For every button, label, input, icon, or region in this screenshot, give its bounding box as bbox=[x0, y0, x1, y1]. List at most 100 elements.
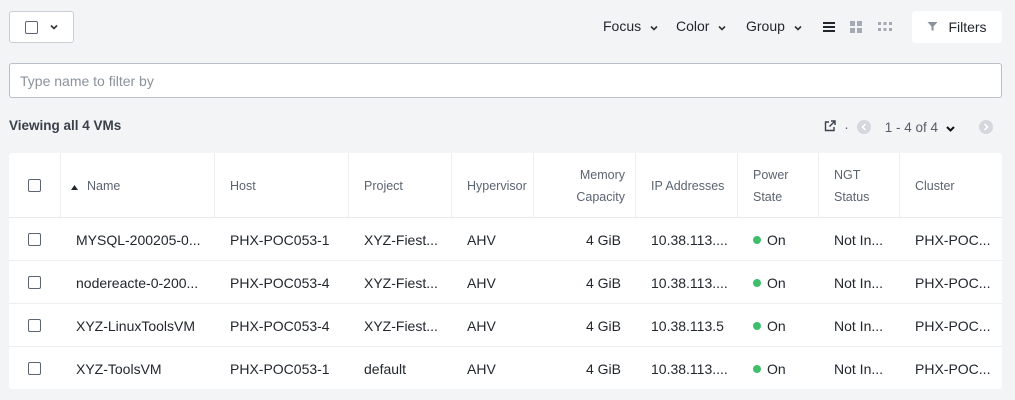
filters-button[interactable]: Filters bbox=[912, 11, 1002, 43]
cell-ngt-status: Not In... bbox=[834, 274, 884, 291]
column-header-ngt-status[interactable]: NGT Status bbox=[819, 153, 900, 218]
cell-power-state: On bbox=[753, 261, 813, 304]
column-header-label-line2: Capacity bbox=[576, 189, 625, 204]
cell-memory: 4 GiB bbox=[585, 317, 621, 334]
select-all-checkbox[interactable] bbox=[25, 20, 38, 34]
column-header-label-line1: NGT bbox=[834, 167, 861, 182]
cell-name[interactable]: nodereacte-0-200... bbox=[76, 261, 211, 304]
power-state-label: On bbox=[767, 360, 786, 377]
column-header-label: Name bbox=[87, 178, 121, 193]
column-header-label-line2: Status bbox=[834, 189, 870, 204]
row-select[interactable] bbox=[28, 304, 48, 347]
search-input[interactable] bbox=[9, 63, 1002, 98]
chevron-down-icon bbox=[50, 24, 58, 30]
column-header-label: Project bbox=[364, 178, 403, 193]
table-header: Name Host Project Hypervisor Memory Capa… bbox=[9, 153, 1002, 218]
cell-hypervisor: AHV bbox=[467, 360, 496, 377]
cell-cluster[interactable]: PHX-POC... bbox=[915, 304, 999, 347]
focus-menu-label: Focus bbox=[603, 18, 642, 34]
cell-ip: 10.38.113.... bbox=[651, 231, 728, 248]
group-menu[interactable]: Group bbox=[746, 17, 802, 35]
column-header-hypervisor[interactable]: Hypervisor bbox=[452, 153, 534, 218]
column-header-name[interactable]: Name bbox=[61, 153, 215, 218]
select-all-dropdown[interactable] bbox=[9, 11, 74, 43]
cell-cluster[interactable]: PHX-POC... bbox=[915, 261, 999, 304]
sort-ascending-icon bbox=[71, 175, 78, 197]
cell-hypervisor: AHV bbox=[467, 274, 496, 291]
cell-host[interactable]: PHX-POC053-4 bbox=[230, 304, 350, 347]
row-select[interactable] bbox=[28, 347, 48, 389]
row-checkbox[interactable] bbox=[28, 319, 41, 332]
column-header-label: IP Addresses bbox=[651, 178, 725, 193]
cell-ip: 10.38.113.... bbox=[651, 360, 728, 377]
page-range-label: 1 - 4 of 4 bbox=[884, 119, 938, 135]
cell-host[interactable]: PHX-POC053-4 bbox=[230, 261, 350, 304]
pager-separator: · bbox=[844, 119, 849, 135]
cell-memory: 4 GiB bbox=[585, 360, 621, 377]
row-checkbox[interactable] bbox=[28, 362, 41, 375]
chevron-down-icon[interactable] bbox=[946, 120, 955, 135]
column-header-label-line1: Power bbox=[753, 167, 789, 182]
table-row[interactable]: XYZ-ToolsVM PHX-POC053-1 default AHV 4 G… bbox=[9, 347, 1002, 389]
column-header-label: Hypervisor bbox=[467, 178, 527, 193]
table-body: MYSQL-200205-0... PHX-POC053-1 XYZ-Fiest… bbox=[9, 218, 1002, 389]
power-state-label: On bbox=[767, 231, 786, 248]
cell-cluster[interactable]: PHX-POC... bbox=[915, 347, 999, 389]
column-header-label-line1: Memory bbox=[579, 167, 625, 182]
cell-ngt-status: Not In... bbox=[834, 360, 884, 377]
column-header-project[interactable]: Project bbox=[349, 153, 452, 218]
cell-ip: 10.38.113.5 bbox=[651, 317, 724, 334]
cell-name[interactable]: XYZ-ToolsVM bbox=[76, 347, 211, 389]
chevron-down-icon bbox=[718, 18, 727, 34]
export-icon[interactable] bbox=[824, 119, 836, 135]
table-row[interactable]: MYSQL-200205-0... PHX-POC053-1 XYZ-Fiest… bbox=[9, 218, 1002, 261]
row-select[interactable] bbox=[28, 218, 48, 261]
cell-power-state: On bbox=[753, 218, 813, 261]
power-state-label: On bbox=[767, 274, 786, 291]
header-select-all[interactable] bbox=[9, 153, 61, 218]
results-summary: Viewing all 4 VMs bbox=[9, 118, 122, 133]
grid-view-icon[interactable] bbox=[850, 20, 864, 34]
funnel-icon bbox=[927, 19, 938, 35]
cell-host[interactable]: PHX-POC053-1 bbox=[230, 347, 350, 389]
list-view-icon[interactable] bbox=[823, 20, 837, 34]
cell-power-state: On bbox=[753, 304, 813, 347]
column-header-memory-capacity[interactable]: Memory Capacity bbox=[534, 153, 636, 218]
column-header-cluster[interactable]: Cluster bbox=[900, 153, 1002, 218]
column-header-label: Memory Capacity bbox=[576, 164, 625, 208]
table-row[interactable]: nodereacte-0-200... PHX-POC053-4 XYZ-Fie… bbox=[9, 261, 1002, 304]
cell-cluster[interactable]: PHX-POC... bbox=[915, 218, 999, 261]
column-header-host[interactable]: Host bbox=[215, 153, 349, 218]
row-checkbox[interactable] bbox=[28, 276, 41, 289]
power-status-dot bbox=[753, 321, 761, 330]
color-menu[interactable]: Color bbox=[676, 17, 727, 35]
row-select[interactable] bbox=[28, 261, 48, 304]
cell-hypervisor: AHV bbox=[467, 231, 496, 248]
cell-hypervisor: AHV bbox=[467, 317, 496, 334]
column-header-ip-addresses[interactable]: IP Addresses bbox=[636, 153, 738, 218]
column-header-power-state[interactable]: Power State bbox=[738, 153, 819, 218]
power-status-dot bbox=[753, 235, 761, 244]
header-checkbox[interactable] bbox=[28, 179, 41, 192]
column-header-label: Cluster bbox=[915, 178, 955, 193]
cell-name[interactable]: XYZ-LinuxToolsVM bbox=[76, 304, 211, 347]
pagination: · 1 - 4 of 4 bbox=[824, 118, 993, 136]
cell-project: default bbox=[364, 360, 407, 377]
cell-name[interactable]: MYSQL-200205-0... bbox=[76, 218, 211, 261]
cell-host[interactable]: PHX-POC053-1 bbox=[230, 218, 350, 261]
column-header-label: Host bbox=[230, 178, 256, 193]
tile-view-icon[interactable] bbox=[878, 20, 892, 34]
cell-ngt-status: Not In... bbox=[834, 231, 884, 248]
cell-project: XYZ-Fiest... bbox=[364, 274, 438, 291]
chevron-down-icon bbox=[650, 18, 658, 34]
color-menu-label: Color bbox=[676, 18, 710, 34]
table-row[interactable]: XYZ-LinuxToolsVM PHX-POC053-4 XYZ-Fiest.… bbox=[9, 304, 1002, 347]
focus-menu[interactable]: Focus bbox=[603, 17, 658, 35]
power-status-dot bbox=[753, 278, 761, 287]
next-page-icon[interactable] bbox=[979, 120, 993, 134]
column-header-label: Power State bbox=[753, 164, 788, 208]
row-checkbox[interactable] bbox=[28, 233, 41, 246]
previous-page-icon[interactable] bbox=[856, 120, 871, 134]
vm-table: Name Host Project Hypervisor Memory Capa… bbox=[9, 153, 1002, 389]
cell-memory: 4 GiB bbox=[585, 274, 621, 291]
